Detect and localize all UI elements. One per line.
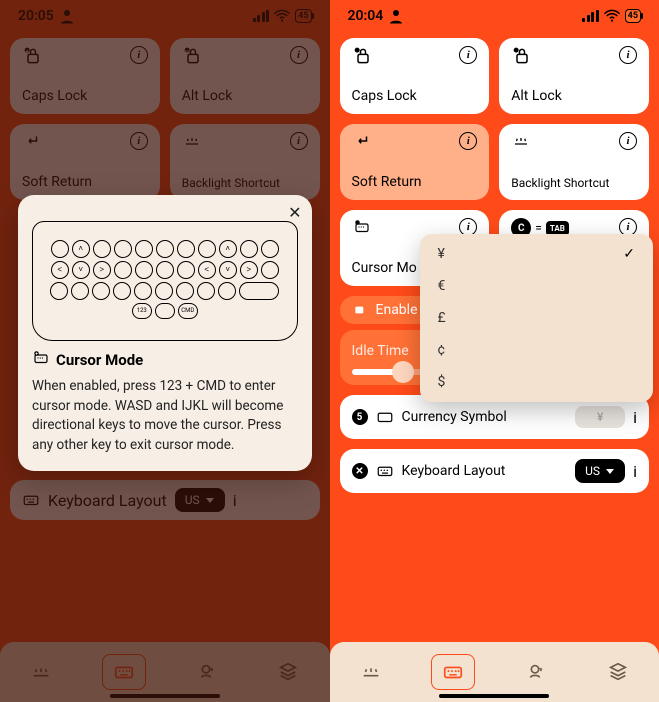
cursor-mode-icon: ✦ [32, 349, 50, 371]
keyboard-layout-row[interactable]: ✕ Keyboard Layout US i [340, 449, 650, 493]
status-time: 20:04 [348, 8, 384, 24]
battery-icon: 45 [625, 9, 641, 23]
tile-alt-lock[interactable]: i Alt Lock [499, 38, 649, 114]
popover-item[interactable]: ¥ ✓ [420, 238, 654, 270]
tile-caps-lock[interactable]: i Caps Lock [340, 38, 490, 114]
tile-label: Alt Lock [511, 88, 637, 104]
popover-item-label: $ [438, 374, 446, 390]
row-label: Currency Symbol [402, 409, 568, 425]
tab-sync[interactable] [513, 654, 557, 690]
badge-x: ✕ [352, 463, 368, 479]
layout-select[interactable]: US [575, 459, 625, 483]
tile-label: Backlight Shortcut [511, 176, 637, 190]
tile-label: Caps Lock [352, 88, 478, 104]
modal-body: When enabled, press 123 + CMD to enter c… [32, 377, 298, 455]
keyboard-icon [376, 462, 394, 480]
slider-thumb[interactable] [392, 361, 414, 383]
popover-item-label: ¢ [438, 342, 446, 358]
cellular-icon [582, 10, 599, 22]
enable-label: Enable [376, 302, 418, 318]
popover-item[interactable]: € [420, 270, 654, 302]
tile-label: Soft Return [352, 174, 478, 190]
tab-stack[interactable] [596, 654, 640, 690]
popover-item-label: £ [438, 310, 446, 326]
modal-title: Cursor Mode [56, 351, 143, 369]
info-icon[interactable]: i [633, 408, 637, 427]
backlight-icon [511, 132, 531, 154]
info-icon[interactable]: i [619, 46, 637, 64]
chevron-down-icon [606, 469, 614, 474]
info-icon[interactable]: i [619, 132, 637, 150]
close-icon[interactable]: ✕ [288, 203, 301, 222]
info-icon[interactable]: i [459, 132, 477, 150]
badge-5: 5 [352, 409, 368, 425]
popover-item-label: ¥ [438, 246, 445, 262]
person-icon [387, 7, 405, 25]
return-icon [352, 132, 372, 154]
lock-icon [352, 46, 374, 70]
tile-soft-return[interactable]: i Soft Return [340, 124, 490, 200]
popover-item-label: € [438, 278, 446, 294]
tab-keyboard[interactable] [431, 654, 475, 690]
home-indicator [439, 694, 549, 698]
info-icon[interactable]: i [633, 462, 637, 481]
tab-bar [330, 642, 659, 702]
lock-icon [511, 46, 533, 70]
tab-backlight[interactable] [349, 654, 393, 690]
status-bar: 20:04 45 [330, 0, 659, 30]
currency-select[interactable]: ¥ [575, 406, 625, 428]
info-icon[interactable]: i [459, 46, 477, 64]
keyboard-diagram: ˄˄ ˂˅˃˂˅˃ 123CMD [32, 221, 298, 341]
idle-label: Idle Time [352, 343, 409, 359]
popover-item[interactable]: £ [420, 302, 654, 334]
keyboard-icon [376, 408, 394, 426]
popover-item[interactable]: $ [420, 366, 654, 398]
currency-popover: ¥ ✓ € £ ¢ $ [420, 234, 654, 402]
check-icon: ✓ [623, 246, 635, 262]
tile-backlight-shortcut[interactable]: i Backlight Shortcut [499, 124, 649, 200]
cursor-mode-icon [352, 218, 372, 240]
cursor-mode-modal: ✕ ˄˄ ˂˅˃˂˅˃ 123CMD ✦ Cursor Mode When en… [18, 195, 312, 471]
row-label: Keyboard Layout [402, 463, 568, 479]
popover-item[interactable]: ¢ [420, 334, 654, 366]
battery-small-icon [352, 302, 368, 318]
wifi-icon [603, 7, 621, 25]
